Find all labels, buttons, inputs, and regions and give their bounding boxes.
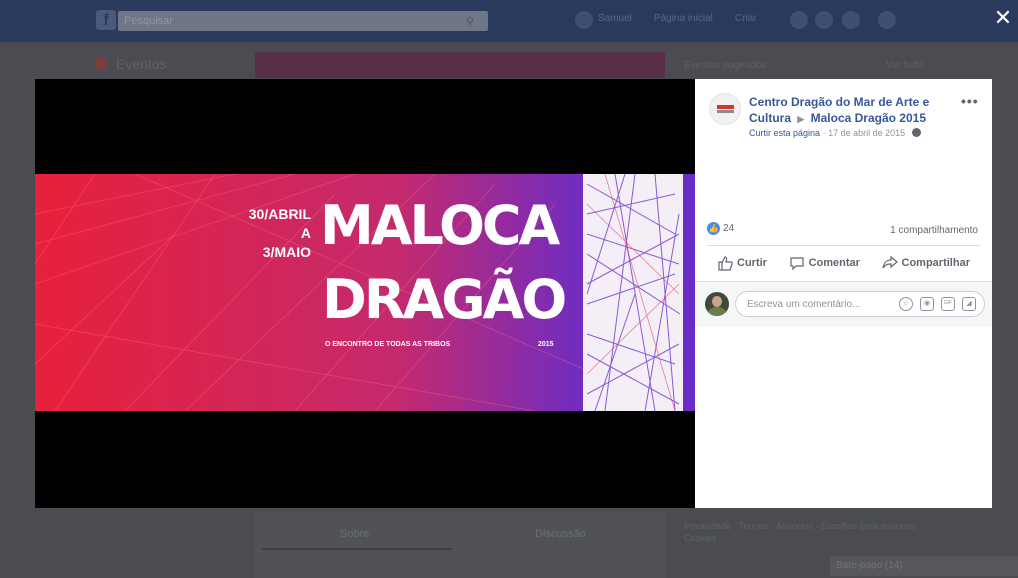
post-details-panel: Centro Dragão do Mar de Arte e Cultura ▶… xyxy=(695,79,992,508)
shares-count[interactable]: 1 compartilhamento xyxy=(890,225,978,236)
poster-title-line1: MALOCA xyxy=(320,194,560,257)
comment-input[interactable]: Escreva um comentário... ☺ ◉ GIF ◢ xyxy=(735,291,985,317)
comment-button-label: Comentar xyxy=(808,257,860,269)
like-button[interactable]: Curtir xyxy=(707,253,777,273)
poster-date-start: 30/ABRIL xyxy=(248,206,311,222)
like-page-link[interactable]: Curtir esta página xyxy=(749,128,820,138)
tab-about[interactable]: Sobre xyxy=(340,528,369,540)
poster-year: 2015 xyxy=(538,341,554,348)
poster-date-end: 3/MAIO xyxy=(262,244,311,260)
like-button-label: Curtir xyxy=(737,257,767,269)
events-heading[interactable]: Eventos xyxy=(96,56,167,72)
event-cover-background xyxy=(255,52,665,78)
notifications-icon[interactable] xyxy=(842,11,860,29)
more-options-button[interactable]: ••• xyxy=(961,93,979,109)
friends-icon[interactable] xyxy=(790,11,808,29)
post-actions: Curtir Comentar Compartilhar xyxy=(707,253,980,273)
tab-discussion[interactable]: Discussão xyxy=(535,528,586,540)
page-logo-stripe xyxy=(717,110,734,113)
footer-links: Privacidade · Termos · Anúncios · Escolh… xyxy=(684,521,922,543)
emoji-icon[interactable]: ☺ xyxy=(899,297,913,311)
close-viewer-button[interactable]: ✕ xyxy=(993,7,1013,29)
current-user-avatar[interactable] xyxy=(705,292,729,316)
poster-date-connector: A xyxy=(300,225,311,241)
chat-bar[interactable]: Bate-papo (14) xyxy=(830,556,1018,576)
search-placeholder: Pesquisar xyxy=(124,15,173,27)
comment-button[interactable]: Comentar xyxy=(779,253,870,273)
share-button[interactable]: Compartilhar xyxy=(872,253,980,273)
help-icon[interactable] xyxy=(878,11,896,29)
profile-avatar[interactable] xyxy=(575,11,593,29)
poster-title-line2: DRAGÃO xyxy=(322,268,567,331)
globe-icon xyxy=(911,128,921,137)
poster-subtitle: O ENCONTRO DE TODAS AS TRIBOS xyxy=(325,341,451,348)
like-reaction-icon: 👍 xyxy=(707,222,720,235)
comment-tools: ☺ ◉ GIF ◢ xyxy=(899,297,976,311)
post-meta: Curtir esta página · 17 de abril de 2015 xyxy=(749,128,921,138)
post-title: Centro Dragão do Mar de Arte e Cultura ▶… xyxy=(749,94,949,127)
thumbs-up-icon xyxy=(718,256,733,271)
camera-icon[interactable]: ◉ xyxy=(920,297,934,311)
avatar-face xyxy=(712,296,722,307)
meta-separator: · xyxy=(822,128,826,138)
page-logo-icon xyxy=(717,105,734,109)
event-poster-image[interactable]: 30/ABRIL A 3/MAIO MALOCA DRAGÃO O ENCONT… xyxy=(35,174,695,411)
nav-profile-name[interactable]: Samuel xyxy=(598,13,632,24)
nav-create[interactable]: Criar xyxy=(735,13,757,24)
see-all-link[interactable]: Ver tudo xyxy=(886,60,923,71)
events-heading-label: Eventos xyxy=(116,56,167,72)
comment-composer: Escreva um comentário... ☺ ◉ GIF ◢ xyxy=(695,281,992,327)
post-date[interactable]: 17 de abril de 2015 xyxy=(828,128,905,138)
comment-placeholder: Escreva um comentário... xyxy=(747,299,861,310)
arrow-right-icon: ▶ xyxy=(797,114,805,124)
avatar-body xyxy=(708,307,726,316)
share-button-label: Compartilhar xyxy=(901,257,970,269)
event-name-link[interactable]: Maloca Dragão 2015 xyxy=(811,111,926,125)
reaction-count: 24 xyxy=(723,223,735,234)
comment-icon xyxy=(789,257,804,271)
facebook-logo-icon[interactable]: f xyxy=(96,10,116,30)
reactions-summary[interactable]: 👍 24 xyxy=(707,222,734,235)
search-bar[interactable]: Pesquisar ⚲ xyxy=(118,11,488,31)
share-icon xyxy=(881,255,898,269)
facebook-topbar: f Pesquisar ⚲ Samuel Página inicial Cria… xyxy=(0,0,1018,42)
photo-viewer: 30/ABRIL A 3/MAIO MALOCA DRAGÃO O ENCONT… xyxy=(35,79,695,508)
sticker-icon[interactable]: ◢ xyxy=(962,297,976,311)
active-tab-indicator xyxy=(262,548,452,550)
messenger-icon[interactable] xyxy=(815,11,833,29)
calendar-icon xyxy=(96,58,108,70)
event-about-card xyxy=(255,512,665,578)
actions-divider xyxy=(707,245,980,246)
gif-icon[interactable]: GIF xyxy=(941,297,955,311)
nav-home[interactable]: Página inicial xyxy=(654,13,713,24)
page-avatar[interactable] xyxy=(709,93,741,125)
suggested-events-heading: Eventos sugeridos xyxy=(684,60,767,71)
search-icon[interactable]: ⚲ xyxy=(466,15,474,28)
